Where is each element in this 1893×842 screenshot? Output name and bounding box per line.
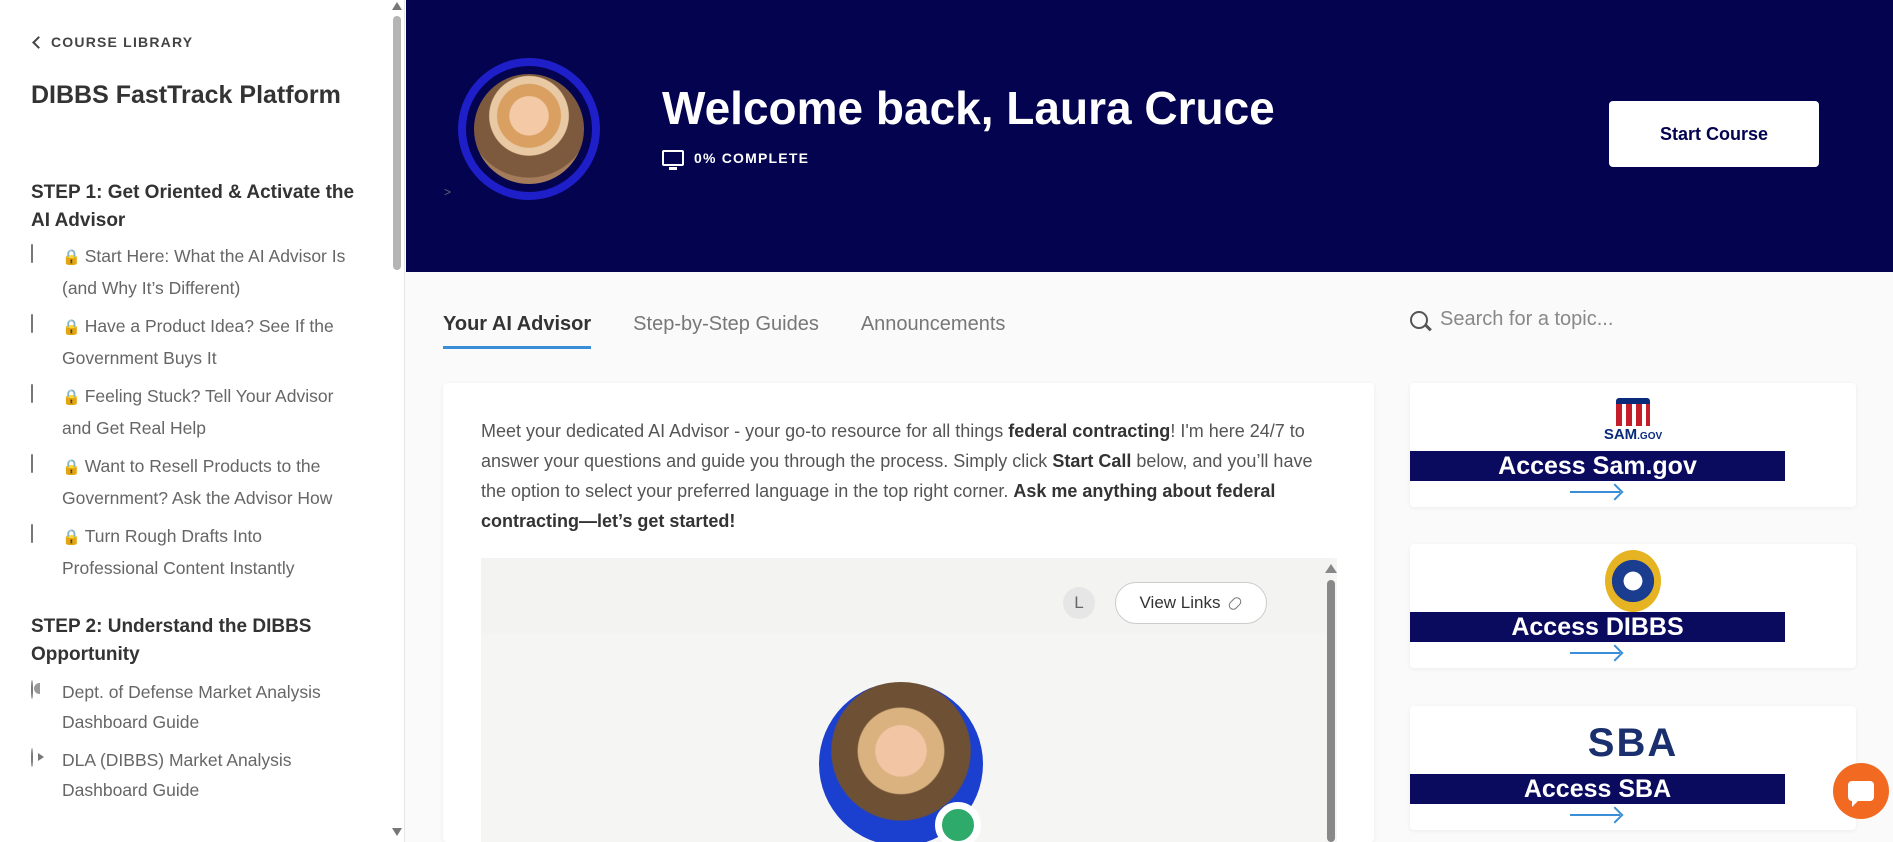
lesson-item[interactable]: DLA (DIBBS) Market Analysis Dashboard Gu… [31,745,360,805]
tiny-caret: > [444,185,452,199]
scroll-up-arrow-icon[interactable] [1325,564,1337,573]
online-status-indicator [935,802,981,842]
advisor-intro: Meet your dedicated AI Advisor - your go… [481,421,1313,531]
lock-icon: 🔒 [62,319,81,336]
lock-icon: 🔒 [62,249,81,266]
scroll-thumb[interactable] [393,16,401,270]
search-input[interactable] [1440,308,1820,331]
arrow-right-icon [1570,814,1620,816]
scroll-up-arrow-icon[interactable] [392,2,402,10]
tab-step-by-step-guides[interactable]: Step-by-Step Guides [633,313,819,349]
view-links-label: View Links [1139,593,1221,612]
sba-logo: SBA [1410,712,1856,774]
lesson-label: Have a Product Idea? See If the Governme… [62,316,334,368]
arrow-right-icon [1570,652,1620,654]
lesson-item[interactable]: Dept. of Defense Market Analysis Dashboa… [31,677,360,737]
user-initial-avatar[interactable]: L [1063,587,1095,619]
play-icon [31,748,33,767]
lesson-item[interactable]: 🔒 Have a Product Idea? See If the Governm… [31,311,360,373]
sidebar-scrollbar[interactable] [391,0,403,842]
lesson-item[interactable]: 🔒 Start Here: What the AI Advisor Is (and… [31,241,360,303]
advisor-embed: L View Links [481,558,1337,842]
avatar [474,74,584,184]
link-icon [1227,594,1244,612]
lock-icon: 🔒 [62,459,81,476]
course-title: DIBBS FastTrack Platform [31,81,341,109]
resource-label: Access Sam.gov [1410,451,1785,481]
resource-label: Access SBA [1410,774,1785,804]
tab-your-ai-advisor[interactable]: Your AI Advisor [443,313,592,349]
document-icon [31,524,33,543]
sidebar-content: COURSE LIBRARY DIBBS FastTrack Platform … [0,0,390,842]
document-icon [31,244,33,263]
dla-seal-icon [1605,550,1661,612]
profile-avatar-ring [458,58,600,200]
course-progress: 0% COMPLETE [662,150,810,170]
tab-announcements[interactable]: Announcements [861,313,1006,349]
arrow-right-icon [1570,491,1620,493]
section-title-step-2: STEP 2: Understand the DIBBS Opportunity [31,616,312,665]
lesson-label: Dept. of Defense Market Analysis Dashboa… [62,682,321,732]
lesson-item[interactable]: 🔒 Want to Resell Products to the Governme… [31,451,360,513]
lesson-label: Want to Resell Products to the Governmen… [62,456,333,508]
chat-widget-button[interactable] [1833,763,1889,819]
access-samgov-card[interactable]: SAM.GOV Access Sam.gov [1410,383,1856,507]
lock-icon: 🔒 [62,529,81,546]
half-circle-icon [31,680,33,699]
sba-logo-text: SBA [1587,720,1679,765]
view-links-button[interactable]: View Links [1115,582,1267,624]
lesson-label: Turn Rough Drafts Into Professional Cont… [62,526,295,578]
document-icon [31,454,33,473]
lock-icon: 🔒 [62,389,81,406]
welcome-banner: > Welcome back, Laura Cruce 0% COMPLETE … [406,0,1893,272]
start-course-button[interactable]: Start Course [1609,101,1819,167]
uncle-sam-hat-icon [1616,397,1650,426]
back-to-course-library-link[interactable]: COURSE LIBRARY [31,32,360,52]
chat-bubble-icon [1848,781,1874,807]
topic-search [1410,308,1850,331]
monitor-icon [662,150,684,170]
access-dibbs-card[interactable]: Access DIBBS [1410,544,1856,668]
lesson-label: Feeling Stuck? Tell Your Advisor and Get… [62,386,334,438]
ai-advisor-card: Meet your dedicated AI Advisor - your go… [443,383,1374,842]
section-title-step-1: STEP 1: Get Oriented & Activate the AI A… [31,182,355,231]
samgov-logo: SAM.GOV [1410,389,1856,451]
resource-label: Access DIBBS [1410,612,1785,642]
lesson-label: Start Here: What the AI Advisor Is (and … [62,246,346,298]
scroll-down-arrow-icon[interactable] [392,828,402,836]
scroll-thumb[interactable] [1327,580,1335,842]
lesson-label: DLA (DIBBS) Market Analysis Dashboard Gu… [62,750,292,800]
document-icon [31,384,33,403]
access-sba-card[interactable]: SBA Access SBA [1410,706,1856,830]
search-icon [1410,310,1428,329]
lesson-item[interactable]: 🔒 Turn Rough Drafts Into Professional Con… [31,521,360,583]
course-sidebar: COURSE LIBRARY DIBBS FastTrack Platform … [0,0,405,842]
content-tabs: Your AI Advisor Step-by-Step Guides Anno… [443,313,1005,349]
embed-scrollbar[interactable] [1323,558,1337,842]
lesson-item[interactable]: 🔒 Feeling Stuck? Tell Your Advisor and Ge… [31,381,360,443]
back-link-label: COURSE LIBRARY [51,34,194,50]
progress-text: 0% COMPLETE [694,150,810,166]
document-icon [31,314,33,333]
welcome-heading: Welcome back, Laura Cruce [662,82,1275,134]
dibbs-logo [1410,550,1856,612]
chevron-left-icon [32,35,45,49]
